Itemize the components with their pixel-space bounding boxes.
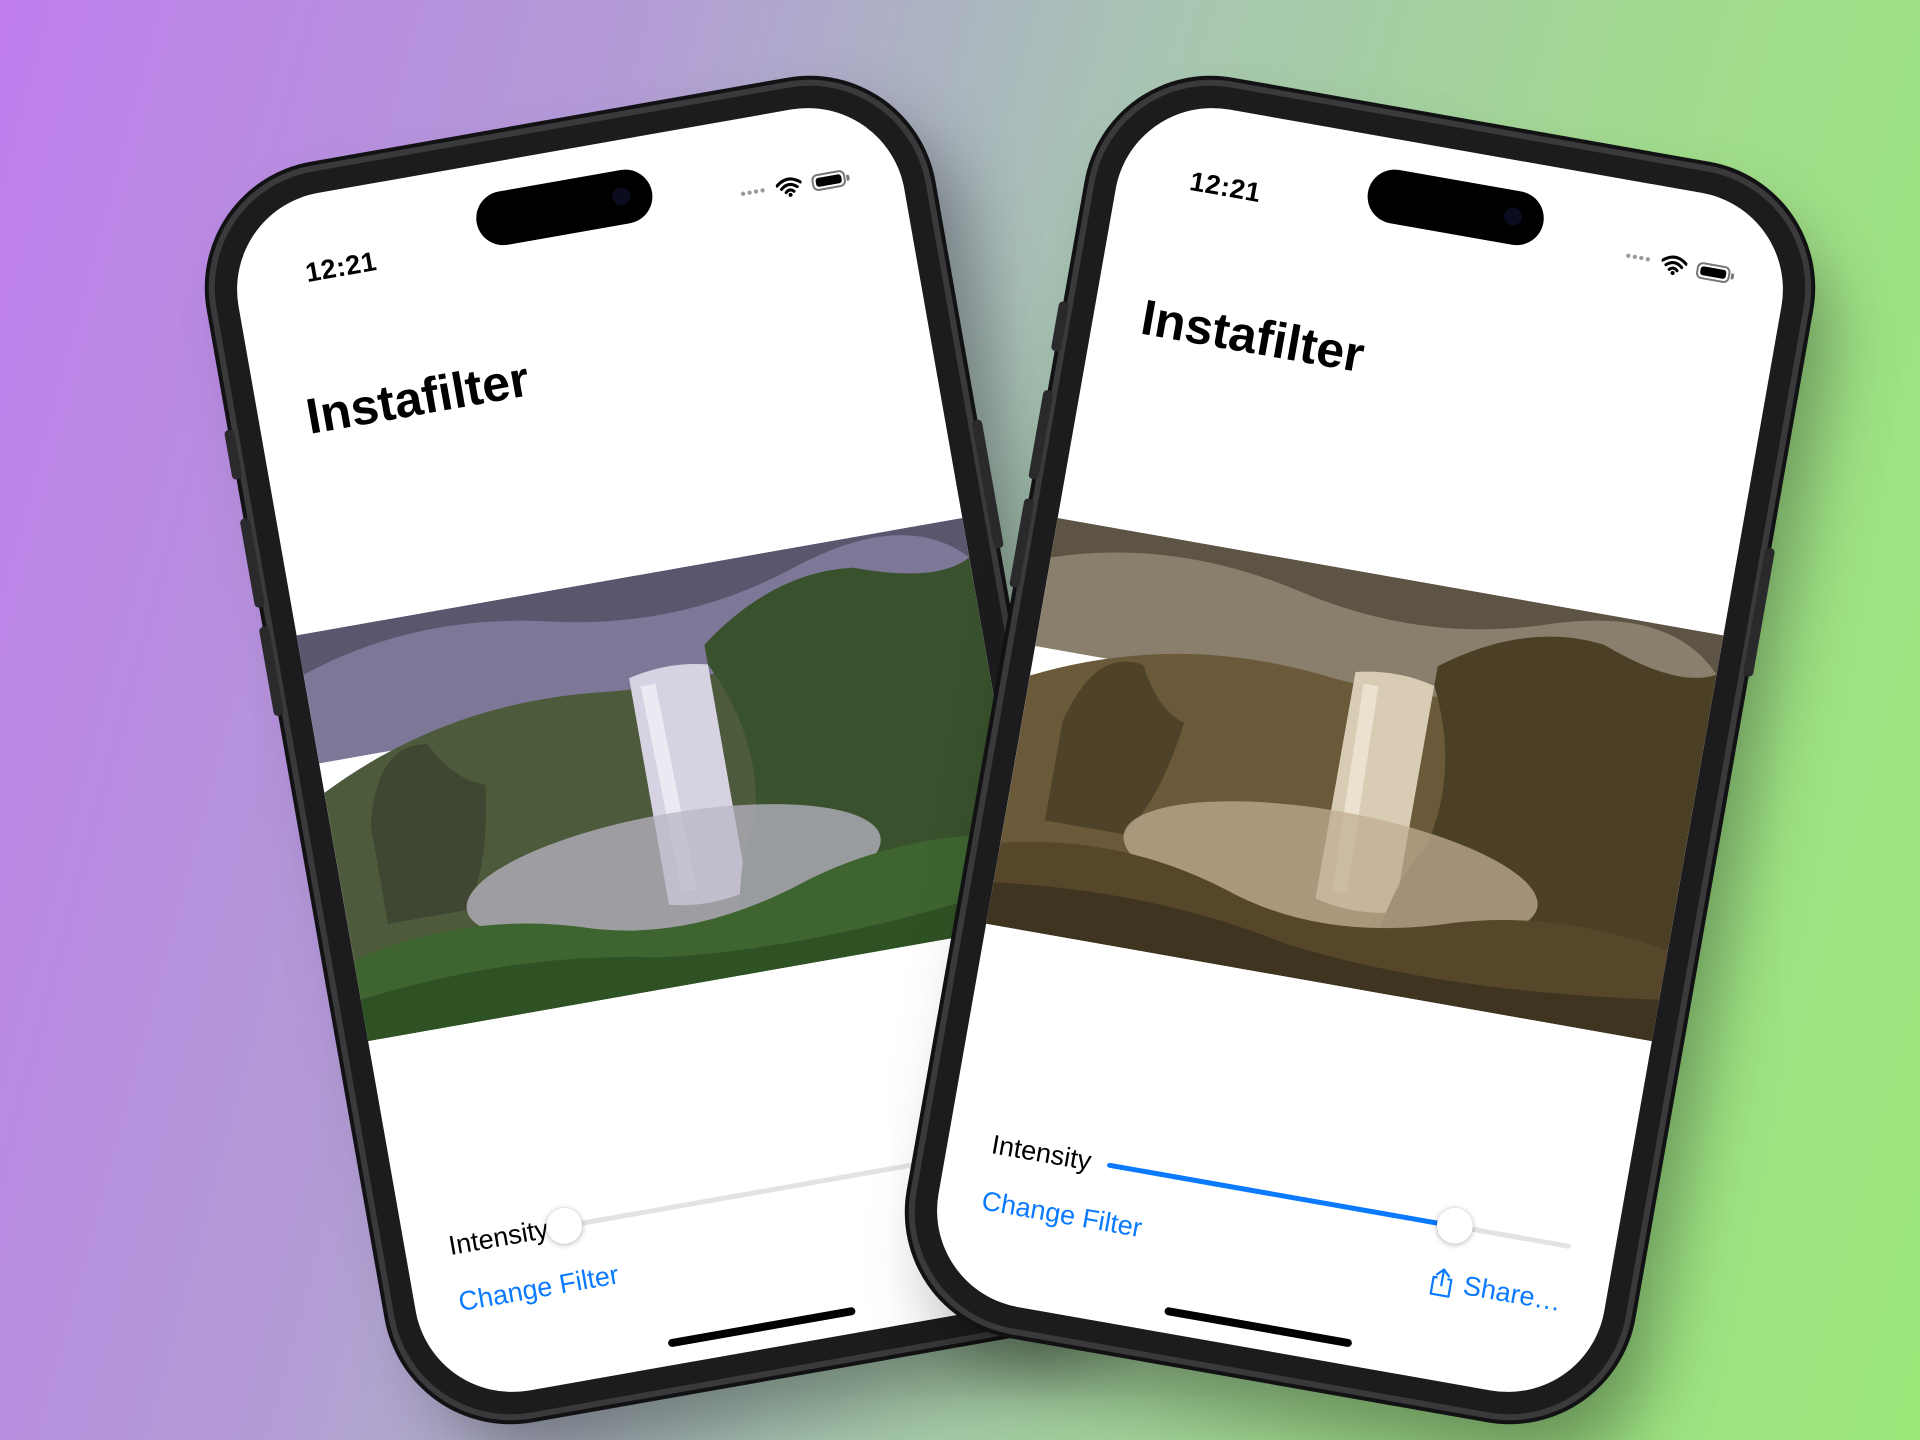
screen: 12:21 •••• Instafilter Intensity Change … bbox=[921, 92, 1799, 1408]
power-button bbox=[971, 419, 1005, 549]
status-indicators: •••• bbox=[738, 165, 847, 207]
home-indicator bbox=[1163, 1306, 1353, 1348]
power-button bbox=[1742, 547, 1776, 678]
share-button[interactable]: Share… bbox=[1427, 1264, 1564, 1318]
intensity-label: Intensity bbox=[989, 1128, 1094, 1176]
camera-icon bbox=[1502, 206, 1524, 227]
status-indicators: •••• bbox=[1623, 245, 1732, 287]
cell-signal-icon: •••• bbox=[1623, 247, 1653, 270]
volume-up-button bbox=[1028, 389, 1054, 480]
battery-icon bbox=[810, 168, 847, 192]
intensity-label: Intensity bbox=[446, 1213, 551, 1261]
dynamic-island bbox=[1363, 165, 1549, 250]
right-phone: 12:21 •••• Instafilter Intensity Change … bbox=[896, 67, 1824, 1433]
page-title: Instafilter bbox=[1137, 288, 1369, 384]
slider-thumb[interactable] bbox=[1434, 1204, 1476, 1247]
change-filter-button[interactable]: Change Filter bbox=[979, 1185, 1144, 1244]
volume-up-button bbox=[239, 517, 266, 609]
share-icon bbox=[1429, 1267, 1453, 1298]
action-button bbox=[1050, 300, 1070, 352]
battery-icon bbox=[1695, 260, 1732, 284]
action-button bbox=[223, 429, 243, 481]
cell-signal-icon: •••• bbox=[738, 182, 768, 204]
dynamic-island bbox=[471, 165, 657, 250]
volume-down-button bbox=[258, 626, 285, 717]
filtered-photo[interactable] bbox=[297, 518, 1034, 1041]
status-time: 12:21 bbox=[303, 246, 379, 289]
page-title: Instafilter bbox=[301, 350, 534, 445]
volume-down-button bbox=[1009, 497, 1035, 589]
share-label: Share… bbox=[1460, 1270, 1564, 1318]
home-indicator bbox=[667, 1306, 857, 1348]
wifi-icon bbox=[775, 177, 802, 197]
status-time: 12:21 bbox=[1187, 166, 1264, 209]
camera-icon bbox=[610, 185, 632, 207]
wifi-icon bbox=[1661, 255, 1688, 276]
filtered-photo[interactable] bbox=[986, 518, 1723, 1041]
change-filter-button[interactable]: Change Filter bbox=[456, 1259, 621, 1318]
